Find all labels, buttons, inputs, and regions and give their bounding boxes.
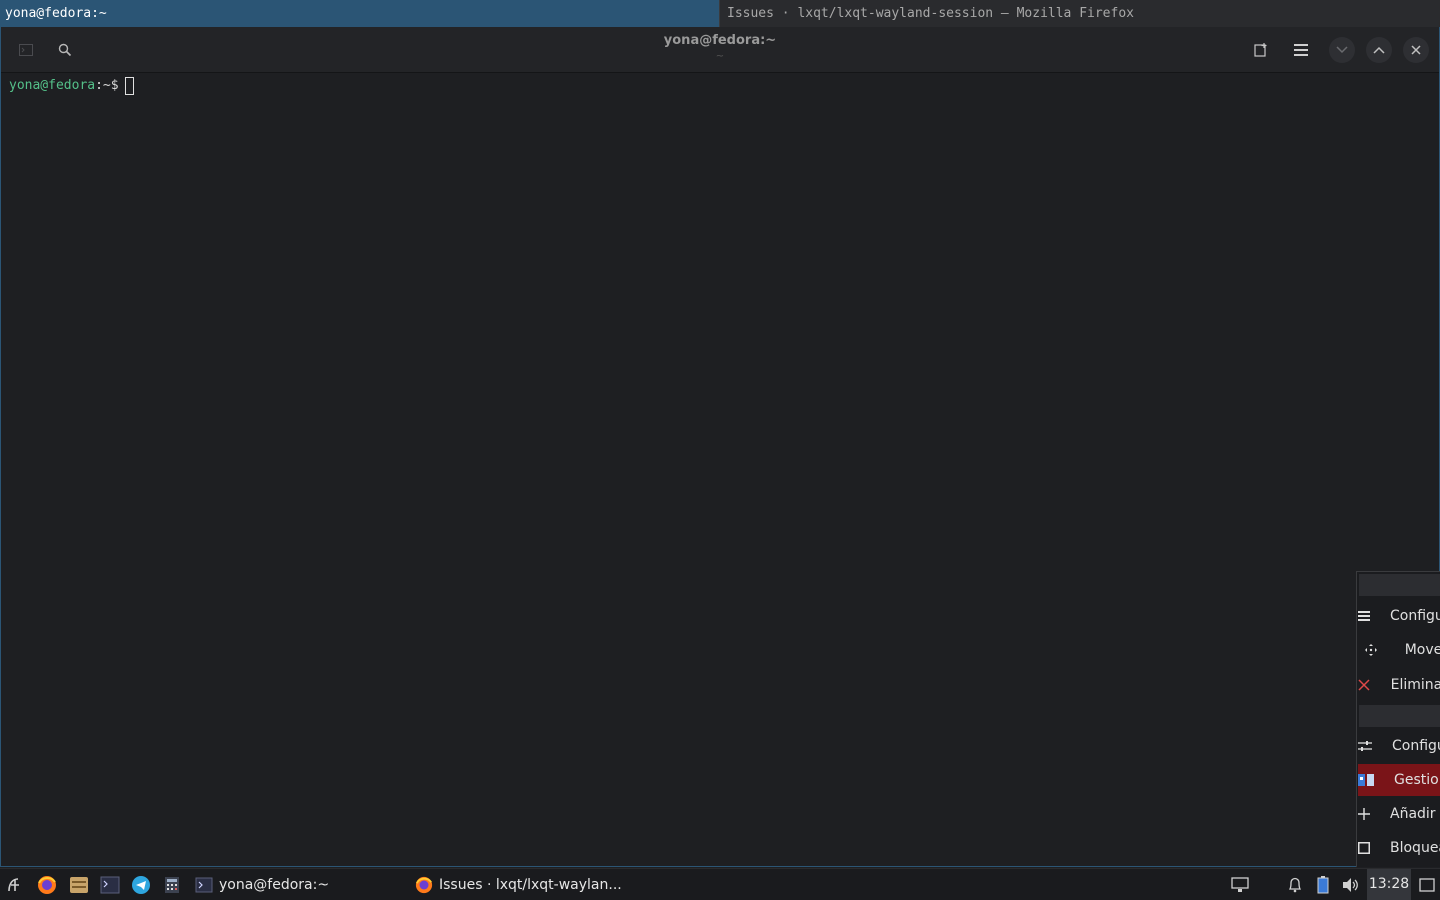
notification-bell-icon[interactable] — [1284, 874, 1306, 896]
minimize-icon[interactable] — [1329, 37, 1355, 63]
menu-section-header — [1359, 705, 1440, 727]
terminal-subtitle: ~ — [715, 51, 725, 62]
menu-item-configurar-panel[interactable]: Configurar panel — [1358, 730, 1440, 762]
network-icon[interactable] — [1229, 874, 1251, 896]
file-manager-icon[interactable] — [68, 874, 90, 896]
plus-icon — [1358, 808, 1370, 820]
terminal-icon[interactable] — [99, 874, 121, 896]
calculator-icon[interactable] — [161, 874, 183, 896]
split-view-icon[interactable] — [1248, 37, 1274, 63]
menu-item-label: Gestionar widgets — [1394, 772, 1440, 788]
menu-item-eliminar[interactable]: Eliminar — [1358, 669, 1440, 701]
active-window-title[interactable]: yona@fedora:~ — [0, 0, 719, 27]
close-icon[interactable] — [1403, 37, 1429, 63]
inactive-window-title[interactable]: Issues · lxqt/lxqt-wayland-session — Moz… — [719, 0, 1440, 27]
menu-item-label: Eliminar — [1390, 677, 1440, 693]
sliders-icon — [1358, 740, 1372, 752]
task-terminal[interactable]: yona@fedora:~ — [195, 869, 329, 900]
menu-item-configurar[interactable]: Configurar — [1358, 600, 1440, 632]
fedora-menu-icon[interactable] — [4, 874, 26, 896]
square-icon — [1358, 842, 1370, 854]
prompt-user-host: yona@fedora — [9, 78, 96, 93]
volume-icon[interactable] — [1340, 874, 1362, 896]
window-title-strip: yona@fedora:~ Issues · lxqt/lxqt-wayland… — [0, 0, 1440, 27]
terminal-title: yona@fedora:~ — [663, 33, 777, 48]
menu-item-mover[interactable]: Mover — [1358, 634, 1440, 666]
menu-section-header — [1359, 574, 1440, 596]
task-label: Issues · lxqt/lxqt-waylan... — [439, 876, 622, 893]
show-desktop-icon[interactable] — [1416, 874, 1438, 896]
menu-item-label: Configurar — [1390, 608, 1440, 624]
menu-item-label: Mover — [1404, 642, 1440, 658]
menu-item-gestionar-widgets[interactable]: Gestionar widgets — [1358, 764, 1440, 796]
menu-item-label: Configurar panel — [1392, 738, 1440, 754]
task-firefox[interactable]: Issues · lxqt/lxqt-waylan... — [415, 869, 622, 900]
menu-item-anadir-panel[interactable]: Añadir panel — [1358, 798, 1440, 830]
text-cursor — [124, 76, 134, 95]
panel-context-menu: Configurar Mover Eliminar Configurar pan… — [1356, 571, 1440, 867]
battery-icon[interactable] — [1312, 874, 1334, 896]
clock[interactable]: 13:28 — [1367, 869, 1411, 900]
terminal-window: yona@fedora:~ ~ yona@fedora:~$ — [0, 27, 1440, 867]
hamburger-menu-icon[interactable] — [1288, 37, 1314, 63]
menu-lines-icon — [1358, 611, 1370, 621]
terminal-content[interactable]: yona@fedora:~$ — [2, 73, 1438, 866]
widgets-icon — [1358, 773, 1374, 787]
delete-x-icon — [1358, 679, 1371, 691]
menu-item-label: Añadir panel — [1390, 806, 1440, 822]
firefox-icon — [415, 876, 433, 894]
move-icon — [1358, 644, 1385, 656]
terminal-header-bar: yona@fedora:~ ~ — [1, 27, 1439, 73]
menu-item-bloquear[interactable]: Bloquear — [1358, 832, 1440, 864]
prompt-path: :~$ — [95, 78, 119, 93]
taskbar: yona@fedora:~ Issues · lxqt/lxqt-waylan.… — [0, 868, 1440, 900]
terminal-icon — [195, 876, 213, 894]
menu-item-label: Bloquear — [1390, 840, 1440, 856]
telegram-icon[interactable] — [130, 874, 152, 896]
task-label: yona@fedora:~ — [219, 876, 330, 893]
prompt-line: yona@fedora:~$ — [9, 76, 134, 96]
maximize-icon[interactable] — [1366, 37, 1392, 63]
firefox-icon[interactable] — [36, 874, 58, 896]
